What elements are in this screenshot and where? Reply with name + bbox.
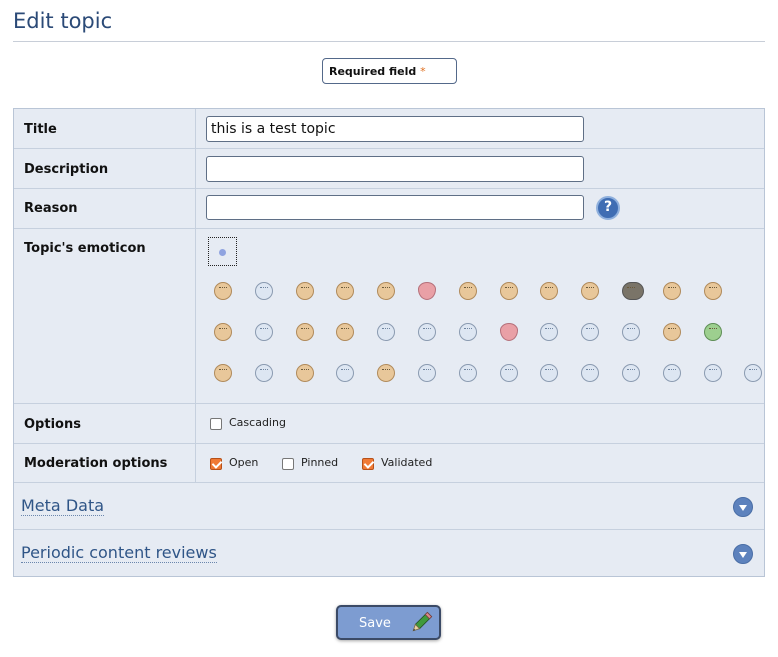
save-button[interactable]: Save	[336, 605, 441, 640]
emoticon-option-icon[interactable]	[458, 282, 477, 300]
emoticon-option-icon[interactable]	[214, 282, 232, 300]
emoticon-option-icon[interactable]	[418, 323, 436, 341]
validated-checkbox[interactable]	[362, 458, 374, 470]
pinned-checkbox[interactable]	[282, 458, 294, 470]
cascading-checkbox[interactable]	[210, 418, 222, 430]
emoticon-option-icon[interactable]	[662, 323, 681, 341]
emoticon-option-icon[interactable]	[295, 282, 314, 300]
save-label: Save	[359, 616, 391, 631]
emoticon-option-icon[interactable]	[703, 323, 722, 341]
description-input[interactable]	[206, 156, 584, 182]
cascading-label: Cascading	[229, 416, 286, 429]
emoticon-option-icon[interactable]	[295, 364, 314, 382]
emoticon-option-icon[interactable]	[418, 364, 436, 382]
emoticon-option-icon[interactable]	[499, 282, 518, 300]
periodic-reviews-title[interactable]: Periodic content reviews	[21, 544, 217, 563]
reason-row: Reason ?	[14, 189, 764, 229]
moderation-row: Moderation options Open Pinned Validated	[14, 444, 764, 483]
emoticon-option-icon[interactable]	[254, 364, 273, 382]
chevron-down-icon[interactable]	[733, 497, 753, 517]
pencil-icon	[412, 611, 433, 632]
none-selected-icon[interactable]	[208, 237, 237, 266]
validated-label: Validated	[381, 456, 433, 469]
options-row: Options Cascading	[14, 404, 764, 444]
title-row: Title	[14, 109, 764, 149]
emoticon-option-icon[interactable]	[295, 323, 314, 341]
emoticon-option-icon[interactable]	[662, 282, 681, 300]
page-title: Edit topic	[13, 9, 113, 33]
reason-input[interactable]	[206, 195, 584, 220]
emoticon-option-icon[interactable]	[622, 282, 644, 300]
title-divider	[13, 41, 765, 42]
open-label: Open	[229, 456, 259, 469]
meta-data-section[interactable]: Meta Data	[14, 483, 764, 530]
emoticon-none-dot	[219, 249, 226, 256]
open-checkbox[interactable]	[210, 458, 222, 470]
reason-label: Reason	[14, 189, 196, 228]
required-star: *	[420, 65, 426, 78]
meta-data-title[interactable]: Meta Data	[21, 497, 105, 516]
edit-topic-form: Title Description Reason ? Topic's emoti…	[13, 108, 765, 577]
emoticon-option-icon[interactable]	[622, 364, 640, 382]
emoticon-option-icon[interactable]	[458, 364, 477, 382]
description-label: Description	[14, 149, 196, 188]
emoticon-label: Topic's emoticon	[14, 229, 196, 403]
emoticon-option-icon[interactable]	[214, 364, 232, 382]
required-field-note: Required field *	[322, 58, 457, 84]
emoticon-option-icon[interactable]	[622, 323, 640, 341]
emoticon-option-icon[interactable]	[703, 364, 722, 382]
emoticon-option-icon[interactable]	[703, 282, 722, 300]
options-label: Options	[14, 404, 196, 443]
title-input[interactable]	[206, 116, 584, 142]
pinned-label: Pinned	[301, 456, 339, 469]
required-field-label: Required field	[329, 65, 417, 78]
emoticon-option-icon[interactable]	[254, 282, 273, 300]
chevron-down-icon[interactable]	[733, 544, 753, 564]
emoticon-option-icon[interactable]	[499, 364, 518, 382]
emoticon-option-icon[interactable]	[499, 323, 518, 341]
moderation-label: Moderation options	[14, 444, 196, 482]
emoticon-option-icon[interactable]	[662, 364, 681, 382]
emoticon-option-icon[interactable]	[254, 323, 273, 341]
emoticon-option-icon[interactable]	[458, 323, 477, 341]
description-row: Description	[14, 149, 764, 189]
periodic-reviews-section[interactable]: Periodic content reviews	[14, 530, 764, 577]
title-label: Title	[14, 109, 196, 148]
question-icon[interactable]: ?	[596, 196, 620, 220]
emoticon-option-icon[interactable]	[214, 323, 232, 341]
